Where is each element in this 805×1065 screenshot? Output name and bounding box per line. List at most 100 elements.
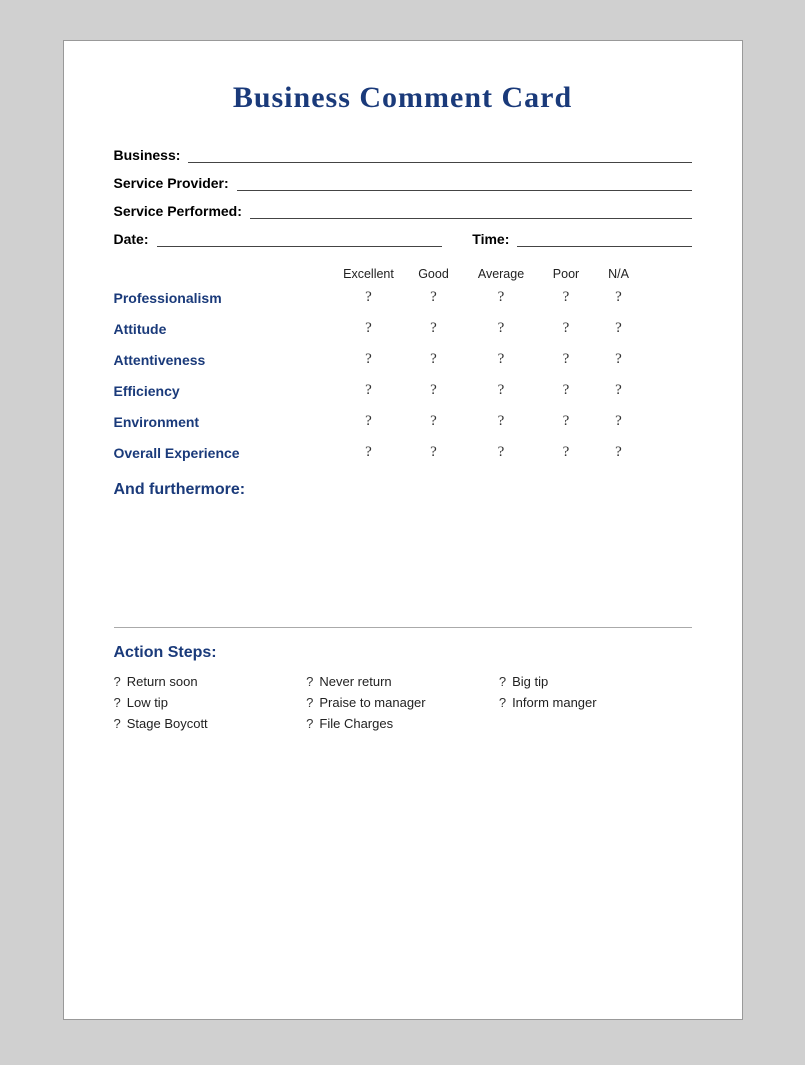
rating-cell[interactable]: ? — [334, 289, 404, 306]
business-label: Business: — [114, 147, 181, 163]
action-item: ? File Charges — [306, 716, 499, 731]
rating-cell[interactable]: ? — [539, 413, 594, 430]
rating-label: Professionalism — [114, 290, 334, 306]
service-performed-label: Service Performed: — [114, 203, 242, 219]
rating-cell[interactable]: ? — [464, 444, 539, 461]
action-steps-section: Action Steps: ? Return soon? Never return?… — [114, 644, 692, 731]
action-text: Low tip — [127, 695, 168, 710]
rating-cell[interactable]: ? — [404, 444, 464, 461]
rating-cell[interactable]: ? — [594, 413, 644, 430]
rating-row: Attitude????? — [114, 320, 692, 337]
business-line — [188, 145, 691, 163]
action-text: Never return — [319, 674, 391, 689]
action-icon: ? — [114, 695, 121, 710]
action-item: ? Return soon — [114, 674, 307, 689]
action-item: ? Inform manger — [499, 695, 692, 710]
rating-cell[interactable]: ? — [334, 320, 404, 337]
date-time-row: Date: Time: — [114, 229, 692, 247]
rating-cell[interactable]: ? — [539, 351, 594, 368]
action-text: Big tip — [512, 674, 548, 689]
divider — [114, 627, 692, 628]
rating-cell[interactable]: ? — [464, 382, 539, 399]
rating-cell[interactable]: ? — [594, 289, 644, 306]
service-performed-field-row: Service Performed: — [114, 201, 692, 219]
rating-cell[interactable]: ? — [334, 382, 404, 399]
time-field: Time: — [472, 229, 691, 247]
rating-cell[interactable]: ? — [404, 320, 464, 337]
furthermore-section: And furthermore: — [114, 481, 692, 609]
action-icon: ? — [114, 716, 121, 731]
rating-row: Efficiency????? — [114, 382, 692, 399]
action-icon: ? — [306, 674, 313, 689]
rating-cell[interactable]: ? — [334, 351, 404, 368]
time-label: Time: — [472, 231, 509, 247]
comments-area — [114, 509, 692, 609]
rating-cell[interactable]: ? — [594, 351, 644, 368]
action-text: File Charges — [319, 716, 393, 731]
time-line — [517, 229, 691, 247]
date-label: Date: — [114, 231, 149, 247]
rating-cell[interactable]: ? — [464, 289, 539, 306]
action-item — [499, 716, 692, 731]
header-empty — [114, 267, 334, 281]
rating-label: Efficiency — [114, 383, 334, 399]
fields-section: Business: Service Provider: Service Perf… — [114, 145, 692, 247]
action-grid: ? Return soon? Never return? Big tip? Low ti… — [114, 674, 692, 731]
service-performed-line — [250, 201, 692, 219]
action-item: ? Big tip — [499, 674, 692, 689]
header-good: Good — [404, 267, 464, 281]
rating-label: Environment — [114, 414, 334, 430]
rating-cell[interactable]: ? — [404, 413, 464, 430]
rating-cell[interactable]: ? — [539, 382, 594, 399]
action-item: ? Stage Boycott — [114, 716, 307, 731]
rating-row: Professionalism????? — [114, 289, 692, 306]
action-text: Return soon — [127, 674, 198, 689]
rating-cell[interactable]: ? — [464, 320, 539, 337]
rating-cell[interactable]: ? — [404, 351, 464, 368]
comment-card: Business Comment Card Business: Service … — [63, 40, 743, 1020]
rating-cell[interactable]: ? — [404, 289, 464, 306]
action-icon: ? — [306, 695, 313, 710]
rating-cell[interactable]: ? — [539, 444, 594, 461]
service-provider-label: Service Provider: — [114, 175, 229, 191]
date-line — [157, 229, 443, 247]
rating-cell[interactable]: ? — [594, 382, 644, 399]
furthermore-title: And furthermore: — [114, 481, 692, 499]
header-poor: Poor — [539, 267, 594, 281]
ratings-header-row: Excellent Good Average Poor N/A — [114, 267, 692, 281]
rating-cell[interactable]: ? — [334, 444, 404, 461]
rating-cell[interactable]: ? — [539, 320, 594, 337]
action-icon: ? — [499, 674, 506, 689]
rating-label: Overall Experience — [114, 445, 334, 461]
action-text: Praise to manager — [319, 695, 425, 710]
header-na: N/A — [594, 267, 644, 281]
action-item: ? Low tip — [114, 695, 307, 710]
action-icon: ? — [499, 695, 506, 710]
service-provider-line — [237, 173, 692, 191]
date-field: Date: — [114, 229, 443, 247]
rating-cell[interactable]: ? — [464, 351, 539, 368]
rating-cell[interactable]: ? — [334, 413, 404, 430]
rating-rows-container: Professionalism?????Attitude?????Attenti… — [114, 289, 692, 461]
action-icon: ? — [114, 674, 121, 689]
rating-label: Attitude — [114, 321, 334, 337]
header-excellent: Excellent — [334, 267, 404, 281]
rating-cell[interactable]: ? — [594, 320, 644, 337]
action-icon: ? — [306, 716, 313, 731]
card-title: Business Comment Card — [114, 81, 692, 115]
action-text: Stage Boycott — [127, 716, 208, 731]
ratings-section: Excellent Good Average Poor N/A Professi… — [114, 267, 692, 461]
rating-cell[interactable]: ? — [404, 382, 464, 399]
service-provider-field-row: Service Provider: — [114, 173, 692, 191]
rating-label: Attentiveness — [114, 352, 334, 368]
action-text: Inform manger — [512, 695, 597, 710]
rating-cell[interactable]: ? — [539, 289, 594, 306]
header-average: Average — [464, 267, 539, 281]
rating-cell[interactable]: ? — [464, 413, 539, 430]
action-steps-title: Action Steps: — [114, 644, 692, 662]
rating-cell[interactable]: ? — [594, 444, 644, 461]
business-field-row: Business: — [114, 145, 692, 163]
rating-row: Environment????? — [114, 413, 692, 430]
action-item: ? Praise to manager — [306, 695, 499, 710]
action-item: ? Never return — [306, 674, 499, 689]
